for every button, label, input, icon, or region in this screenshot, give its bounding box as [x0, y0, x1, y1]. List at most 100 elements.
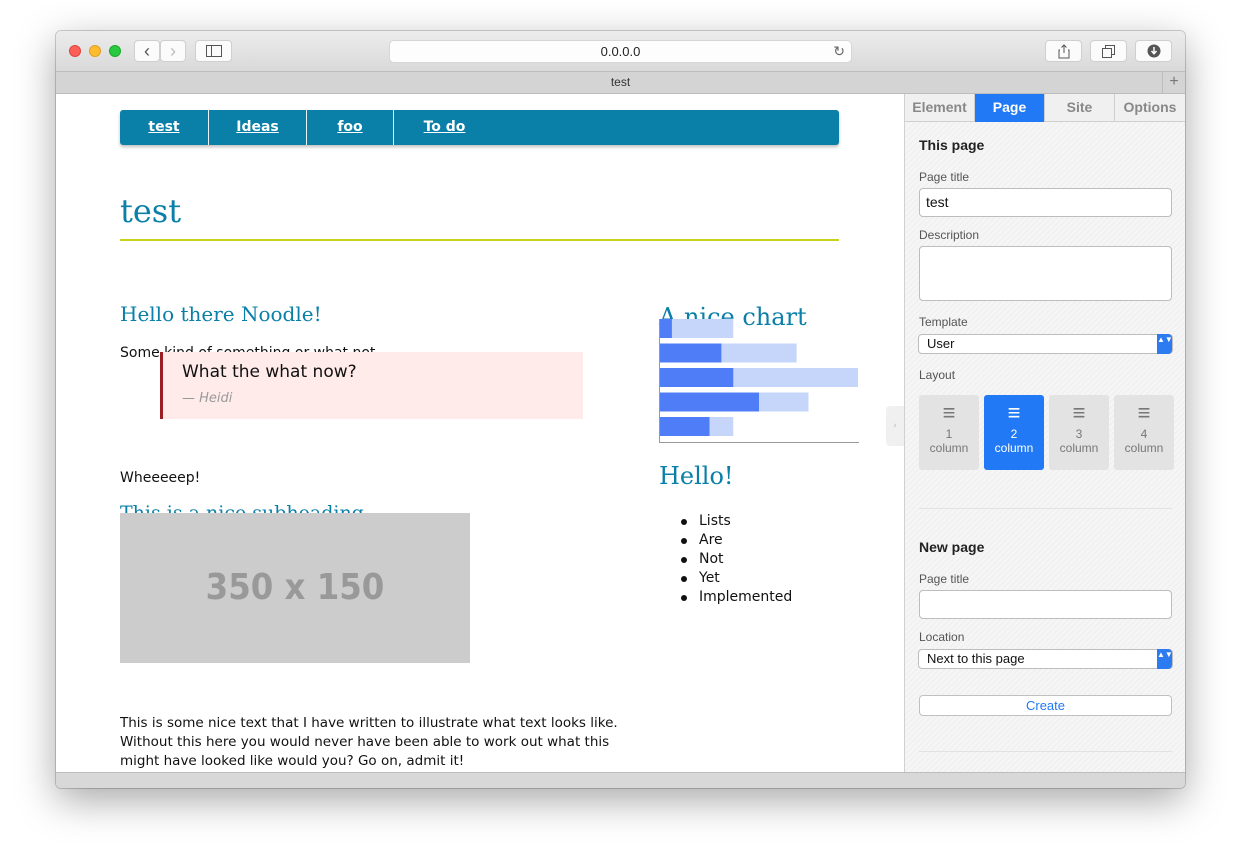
layout-1-column-button[interactable]: ≡ 1 column	[919, 395, 979, 470]
blockquote: What the what now? — Heidi	[160, 352, 583, 419]
layout-num: 3	[1075, 427, 1083, 441]
layout-word: column	[929, 441, 969, 455]
layout-word: column	[994, 441, 1034, 455]
nav-item-ideas[interactable]: Ideas	[209, 110, 307, 145]
browser-toolbar: ‹ › 0.0.0.0 ↻	[56, 31, 1185, 71]
paragraph-3: This is some nice text that I have writt…	[120, 714, 640, 771]
zoom-window-button[interactable]	[109, 45, 121, 57]
tab-title[interactable]: test	[611, 75, 630, 89]
bar-primary	[660, 392, 759, 412]
layout-4-column-button[interactable]: ≡ 4 column	[1114, 395, 1174, 470]
bar-primary	[660, 343, 722, 363]
chevron-right-icon: ›	[170, 41, 176, 61]
quote-cite: — Heidi	[182, 391, 233, 406]
layout-2-column-button[interactable]: ≡ 2 column	[984, 395, 1044, 470]
layout-word: column	[1124, 441, 1164, 455]
placeholder-image: 350 x 150	[120, 513, 470, 663]
list-heading: Hello!	[659, 462, 734, 490]
tab-element[interactable]: Element	[905, 94, 975, 122]
list-item: Are	[680, 531, 792, 550]
select-arrows-icon: ▲▼	[1157, 334, 1173, 354]
select-arrows-icon: ▲▼	[1157, 649, 1173, 669]
location-value: Next to this page	[927, 651, 1025, 666]
browser-window: ‹ › 0.0.0.0 ↻ test + test Ideas foo To d…	[56, 31, 1185, 788]
quote-text: What the what now?	[182, 362, 357, 382]
heading-hello: Hello there Noodle!	[120, 302, 322, 326]
plus-icon: +	[1169, 73, 1179, 90]
tabs-icon	[1102, 45, 1115, 58]
layout-3-column-button[interactable]: ≡ 3 column	[1049, 395, 1109, 470]
new-tab-button[interactable]: +	[1162, 72, 1185, 93]
layout-num: 1	[945, 427, 953, 441]
paragraph-3-line: This is some nice text that I have writt…	[120, 715, 618, 731]
share-button[interactable]	[1045, 40, 1082, 62]
bullet-list: Lists Are Not Yet Implemented	[680, 512, 793, 607]
chevron-right-icon: ›	[893, 421, 897, 431]
bar-chart	[659, 319, 859, 443]
reload-icon[interactable]: ↻	[833, 41, 845, 62]
layout-num: 2	[1010, 427, 1018, 441]
new-page-heading: New page	[919, 539, 985, 555]
panel-divider	[919, 751, 1172, 752]
paragraph-2: Wheeeeep!	[120, 470, 201, 486]
url-text: 0.0.0.0	[600, 44, 641, 59]
tab-options[interactable]: Options	[1115, 94, 1185, 122]
layout-label: Layout	[919, 368, 956, 382]
list-item: Lists	[680, 512, 792, 531]
new-page-title-input[interactable]	[919, 590, 1172, 619]
menu-lines-icon: ≡	[1007, 400, 1021, 425]
description-label: Description	[919, 228, 980, 242]
bar-primary	[660, 368, 734, 387]
menu-lines-icon: ≡	[1137, 400, 1151, 425]
paragraph-3-line: Without this here you would never have b…	[120, 734, 610, 750]
page-content: test Ideas foo To do test Hello there No…	[56, 94, 904, 772]
tab-bar: test +	[56, 71, 1185, 94]
chevron-left-icon: ‹	[144, 41, 150, 61]
tab-site[interactable]: Site	[1045, 94, 1115, 122]
status-bar	[56, 772, 1185, 788]
title-rule	[120, 239, 839, 241]
list-item: Yet	[680, 569, 792, 588]
page-title: test	[120, 192, 182, 230]
list-item: Not	[680, 550, 792, 569]
page-title-label: Page title	[919, 170, 970, 184]
nav-item-test[interactable]: test	[120, 110, 209, 145]
downloads-button[interactable]	[1135, 40, 1172, 62]
page-title-input[interactable]: test	[919, 188, 1172, 217]
template-label: Template	[919, 315, 968, 329]
location-label: Location	[919, 630, 965, 644]
editor-panel: Element Page Site Options This page Page…	[904, 94, 1185, 772]
panel-divider	[919, 508, 1172, 509]
description-textarea[interactable]	[919, 246, 1172, 301]
tab-page[interactable]: Page	[975, 94, 1045, 122]
layout-num: 4	[1140, 427, 1148, 441]
site-nav: test Ideas foo To do	[120, 110, 839, 145]
download-icon	[1147, 44, 1160, 58]
close-window-button[interactable]	[69, 45, 81, 57]
location-select[interactable]: Next to this page ▲▼	[918, 649, 1173, 669]
template-select[interactable]: User ▲▼	[918, 334, 1173, 354]
layout-word: column	[1059, 441, 1099, 455]
paragraph-3-line: might have looked like would you? Go on,…	[120, 753, 465, 769]
minimize-window-button[interactable]	[89, 45, 101, 57]
nav-item-foo[interactable]: foo	[307, 110, 394, 145]
list-item: Implemented	[680, 589, 793, 605]
address-bar[interactable]: 0.0.0.0 ↻	[389, 40, 852, 63]
create-button[interactable]: Create	[919, 695, 1172, 716]
menu-lines-icon: ≡	[1072, 400, 1086, 425]
bar-primary	[660, 417, 710, 436]
sidebar-toggle-button[interactable]	[195, 40, 232, 62]
template-value: User	[927, 336, 955, 351]
sidebar-icon	[205, 45, 222, 57]
new-page-title-label: Page title	[919, 572, 970, 586]
tabs-overview-button[interactable]	[1090, 40, 1127, 62]
this-page-heading: This page	[919, 137, 985, 153]
forward-button[interactable]: ›	[160, 40, 186, 62]
back-button[interactable]: ‹	[134, 40, 160, 62]
bar-primary	[660, 319, 672, 338]
nav-item-todo[interactable]: To do	[394, 110, 495, 145]
menu-lines-icon: ≡	[942, 400, 956, 425]
panel-tabs: Element Page Site Options	[905, 94, 1185, 122]
panel-collapse-handle[interactable]: ›	[886, 406, 904, 446]
share-icon	[1058, 44, 1069, 59]
